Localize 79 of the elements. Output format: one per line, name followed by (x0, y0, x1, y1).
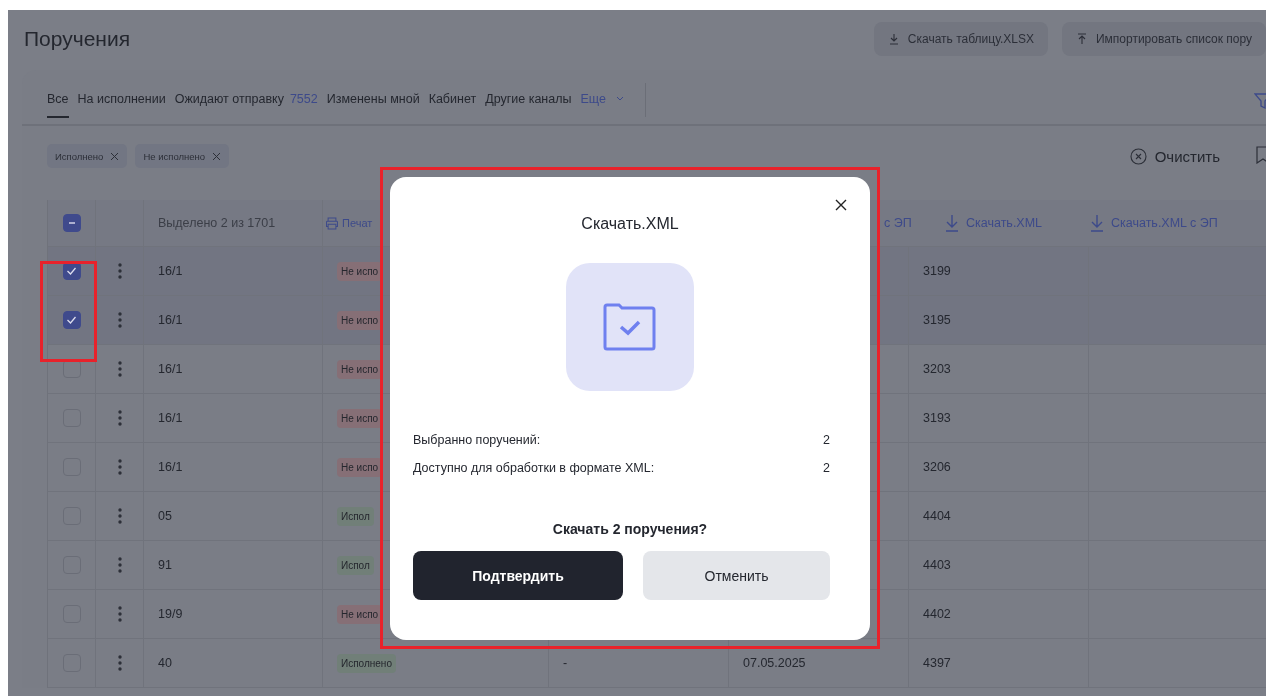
summary-label: Выбранно поручений: (413, 433, 541, 447)
status-badge: Не испо (337, 359, 383, 379)
tab[interactable]: На исполнении (77, 82, 166, 118)
table-cell: 3203 (923, 362, 951, 376)
table-cell: 16/1 (158, 362, 183, 376)
more-options-icon[interactable] (117, 557, 122, 573)
summary-label: Доступно для обработки в формате XML: (413, 461, 655, 475)
row-checkbox[interactable] (62, 311, 81, 329)
tab[interactable]: Кабинет (428, 82, 477, 118)
table-cell: 4402 (923, 607, 951, 621)
toolbar-button[interactable]: Скачать таблицу.XLSX (873, 22, 1048, 56)
toolbar-button[interactable]: Импортировать список пору (1061, 22, 1266, 56)
bulk-action-link[interactable]: Скачать.XML (938, 213, 1049, 233)
more-options-icon[interactable] (117, 508, 122, 524)
bookmark-icon[interactable] (1256, 146, 1266, 164)
table-cell: - (563, 656, 568, 670)
table-cell: 3195 (923, 313, 951, 327)
table-cell: 16/1 (158, 264, 183, 278)
table-cell: 3193 (923, 411, 951, 425)
download-icon (1089, 214, 1105, 232)
more-options-icon[interactable] (117, 606, 122, 622)
close-icon[interactable] (835, 199, 847, 211)
status-badge: Не испо (337, 408, 383, 428)
summary-value: 2 (823, 461, 830, 475)
more-options-icon[interactable] (117, 410, 122, 426)
status-badge: Испол (337, 506, 374, 526)
table-cell: 16/1 (158, 411, 183, 425)
table-cell: 91 (158, 558, 172, 572)
table-cell: 4397 (923, 656, 951, 670)
folder-check-icon (566, 263, 694, 391)
confirm-question: Скачать 2 поручения? (552, 521, 708, 537)
status-badge: Не испо (337, 310, 383, 330)
table-cell: 19/9 (158, 607, 183, 621)
more-options-icon[interactable] (117, 655, 122, 671)
page-title: Поручения (24, 27, 131, 51)
table-cell: 3206 (923, 460, 951, 474)
status-badge: Не испо (337, 604, 383, 624)
more-options-icon[interactable] (117, 263, 122, 279)
tab[interactable]: Другие каналы (485, 82, 572, 118)
more-options-icon[interactable] (117, 312, 122, 328)
table-cell: 4404 (923, 509, 951, 523)
bulk-action-link[interactable]: с ЭП (878, 215, 918, 231)
confirm-button[interactable]: Подтвердить (413, 551, 623, 600)
summary-value: 2 (823, 433, 830, 447)
download-icon (887, 33, 900, 45)
status-badge: Испол (337, 555, 374, 575)
table-cell: 07.05.2025 (743, 656, 806, 670)
filter-chip[interactable]: Исполнено (47, 144, 128, 168)
selection-count: Выделено 2 из 1701 (158, 216, 276, 230)
clear-icon (1129, 147, 1147, 165)
check-icon (66, 315, 77, 325)
check-icon (66, 266, 77, 276)
download-icon (944, 214, 960, 232)
clear-button[interactable]: Очистить (1123, 146, 1226, 166)
bulk-action-link[interactable]: Скачать.XML с ЭП (1083, 213, 1224, 233)
status-badge: Не испо (337, 457, 383, 477)
printer-icon (325, 216, 339, 230)
chevron-down-icon (615, 96, 624, 102)
table-cell: 16/1 (158, 313, 183, 327)
table-cell: 4403 (923, 558, 951, 572)
table-cell: 40 (158, 656, 172, 670)
tab[interactable]: Все (47, 82, 69, 118)
cancel-button[interactable]: Отменить (643, 551, 830, 600)
table-cell: 16/1 (158, 460, 183, 474)
more-tabs-dropdown[interactable]: Еще (580, 82, 624, 118)
dialog-title: Скачать.XML (581, 215, 679, 233)
status-badge: Не испо (337, 261, 383, 281)
more-options-icon[interactable] (117, 459, 122, 475)
table-cell: 3199 (923, 264, 951, 278)
tab[interactable]: Изменены мной (326, 82, 420, 118)
filter-chip[interactable]: Не исполнено (135, 144, 230, 168)
table-cell: 05 (158, 509, 172, 523)
select-all-checkbox[interactable] (62, 214, 81, 232)
bulk-action-link[interactable]: Печат (323, 216, 373, 230)
status-badge: Исполнено (337, 653, 396, 673)
more-options-icon[interactable] (117, 361, 122, 377)
tab[interactable]: Ожидают отправку 7552 (174, 82, 318, 118)
tab-count: 7552 (289, 92, 318, 106)
upload-icon (1075, 33, 1088, 45)
